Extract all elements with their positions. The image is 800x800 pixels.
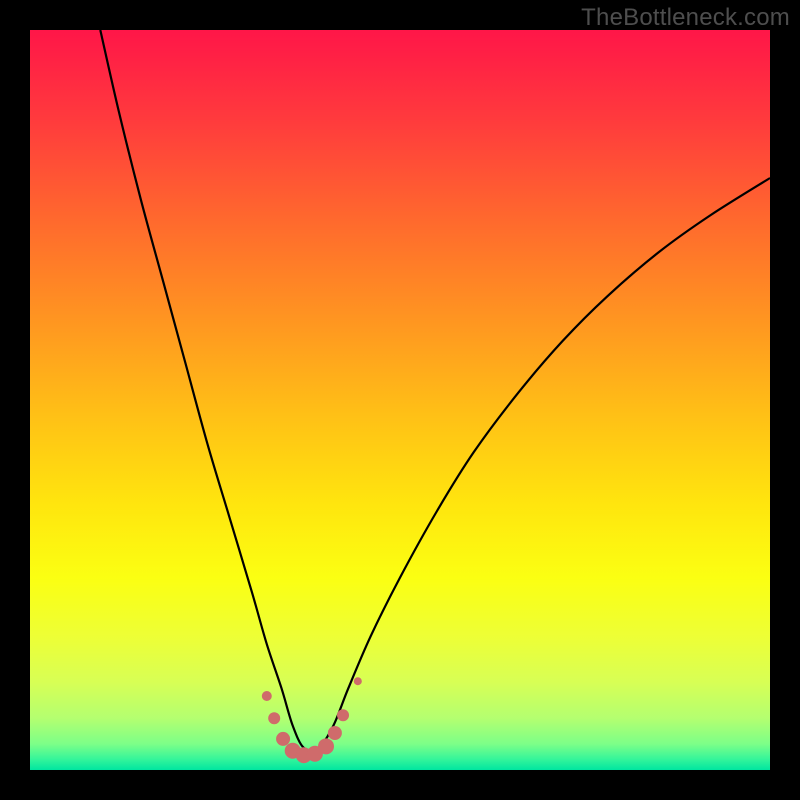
bubble-point bbox=[354, 677, 362, 685]
bubble-point bbox=[268, 712, 280, 724]
gradient-background bbox=[30, 30, 770, 770]
watermark-text: TheBottleneck.com bbox=[581, 4, 790, 32]
bubble-point bbox=[318, 738, 334, 754]
bubble-point bbox=[262, 691, 272, 701]
plot-area bbox=[30, 30, 770, 770]
bubble-point bbox=[276, 732, 290, 746]
chart-svg bbox=[30, 30, 770, 770]
chart-frame: TheBottleneck.com bbox=[0, 0, 800, 800]
bubble-point bbox=[337, 709, 349, 721]
bubble-point bbox=[328, 726, 342, 740]
